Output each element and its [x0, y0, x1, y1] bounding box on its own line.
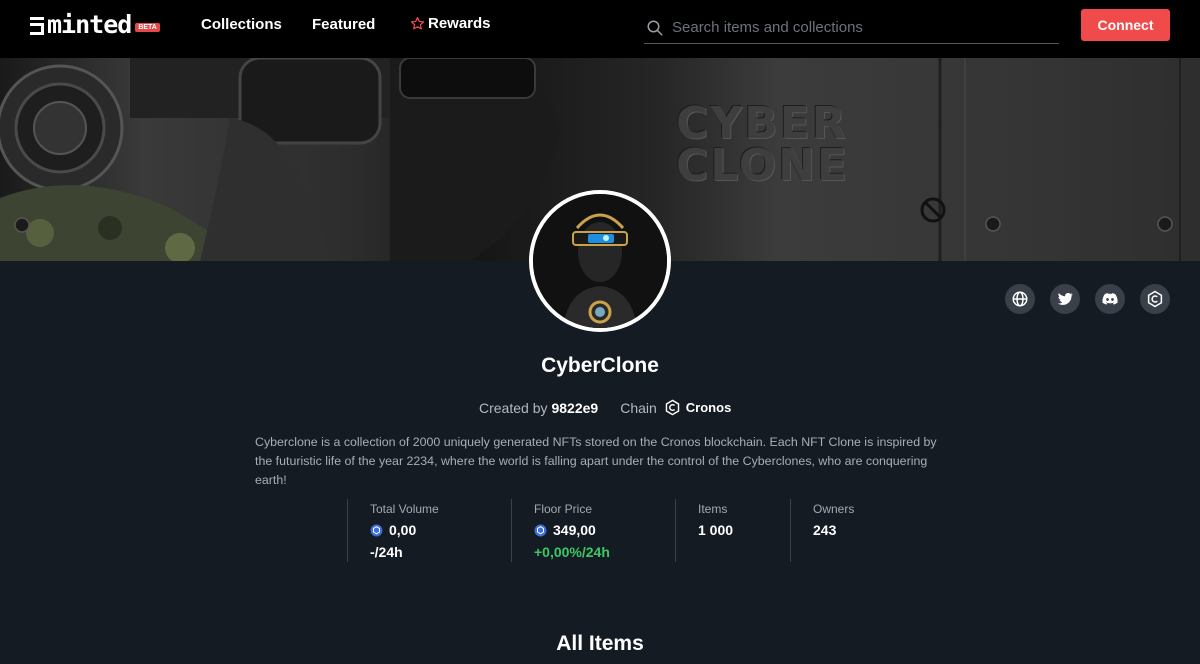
collection-title: CyberClone — [541, 354, 659, 377]
search-input[interactable] — [672, 19, 1052, 36]
stat-label: Total Volume — [370, 502, 439, 516]
nav-rewards-link[interactable]: Rewards — [410, 15, 491, 32]
stat-value: 349,00 — [553, 522, 596, 538]
stat-label: Items — [698, 502, 728, 516]
stat-value: 0,00 — [389, 522, 417, 538]
twitter-button[interactable] — [1050, 284, 1080, 314]
stat-items: Items 1 000 — [675, 499, 733, 562]
stat-value-row: 349,00 — [534, 522, 610, 538]
stat-change: -/24h — [370, 544, 403, 560]
beta-badge: BETA — [135, 22, 160, 32]
stat-owners: Owners 243 — [790, 499, 854, 562]
cronos-explorer-button[interactable] — [1140, 284, 1170, 314]
stat-floor-price: Floor Price 349,00 +0,00%/24h — [511, 499, 610, 562]
stat-total-volume: Total Volume 0,00 -/24h — [347, 499, 439, 562]
collection-avatar — [529, 190, 671, 332]
cro-coin-icon — [370, 524, 383, 536]
chain-name: Cronos — [685, 400, 732, 415]
search-icon — [647, 20, 663, 35]
globe-icon — [1012, 291, 1028, 307]
stat-label: Owners — [813, 502, 855, 516]
discord-button[interactable] — [1095, 284, 1125, 314]
cronos-icon — [1147, 290, 1163, 308]
creator-link[interactable]: 9822e9 — [551, 400, 598, 416]
stat-value-row: 0,00 — [370, 522, 439, 538]
discord-icon — [1102, 293, 1118, 305]
minted-logo[interactable]: minted BETA — [30, 10, 160, 39]
stat-change: +0,00%/24h — [534, 544, 610, 560]
nav-rewards-label: Rewards — [428, 15, 491, 32]
stat-label: Floor Price — [534, 502, 593, 516]
search-bar — [644, 12, 1059, 44]
collection-description: Cyberclone is a collection of 2000 uniqu… — [255, 435, 937, 487]
chain-label: Chain — [620, 399, 657, 416]
star-icon — [410, 16, 425, 30]
nav-collections-link[interactable]: Collections — [201, 16, 282, 33]
created-by-label: Created by — [479, 399, 548, 416]
logo-text: minted — [47, 10, 132, 39]
top-nav: minted BETA Collections Featured Rewards… — [0, 0, 1200, 58]
nav-featured-link[interactable]: Featured — [312, 16, 375, 33]
stat-value: 1 000 — [698, 522, 734, 538]
twitter-icon — [1057, 292, 1074, 305]
cronos-chain-icon — [665, 399, 680, 416]
website-button[interactable] — [1005, 284, 1035, 314]
all-items-heading: All Items — [556, 632, 644, 655]
collection-meta: Created by 9822e9 Chain Cronos — [479, 399, 731, 416]
banner-word-clone: CLONE — [676, 140, 850, 191]
logo-mark-icon — [30, 15, 44, 35]
cro-coin-icon — [534, 524, 547, 536]
stat-value: 243 — [813, 522, 837, 538]
connect-button[interactable]: Connect — [1081, 9, 1170, 41]
